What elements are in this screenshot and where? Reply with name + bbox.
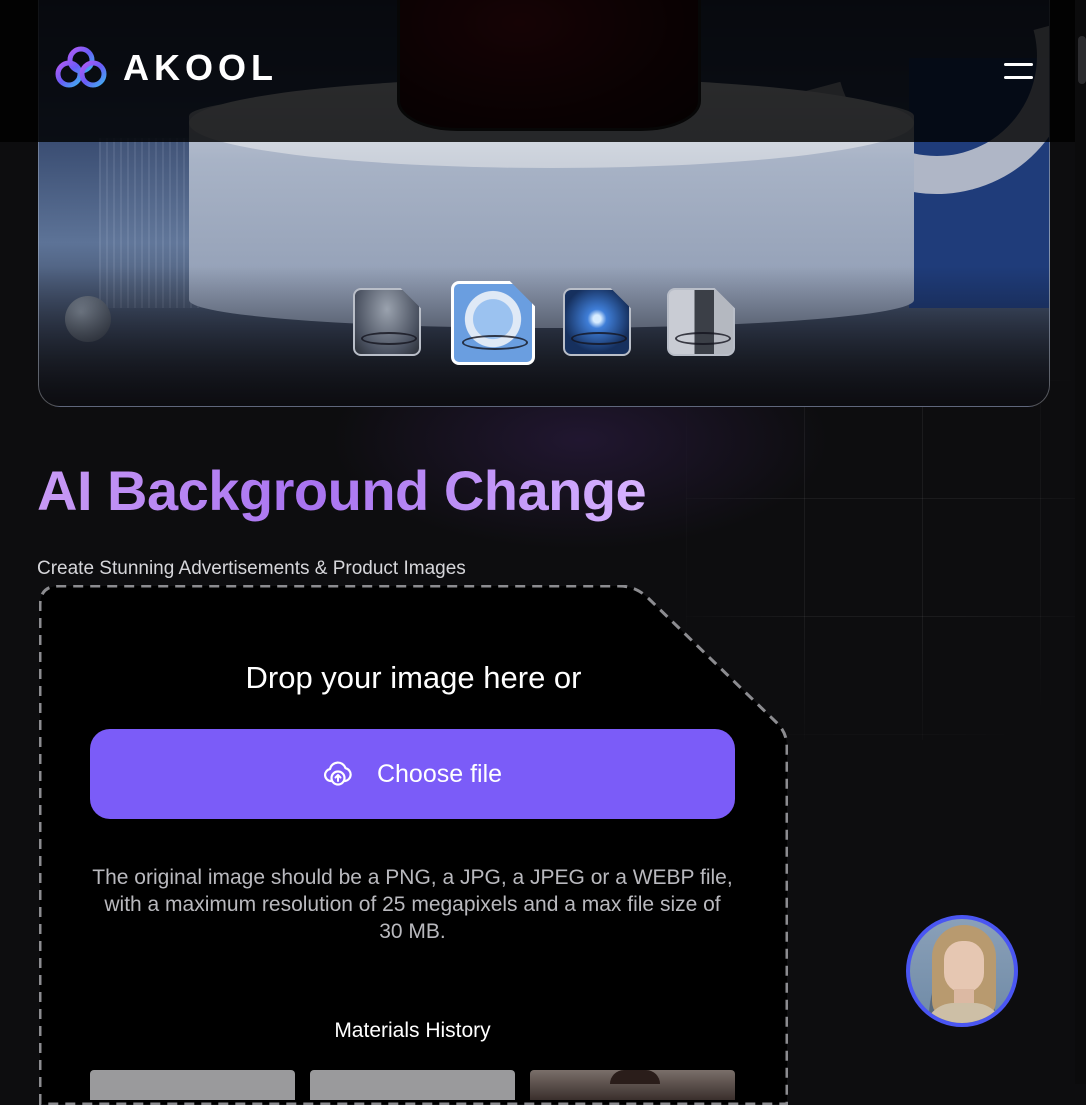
background-option-2[interactable]: [451, 281, 535, 365]
drop-instruction: Drop your image here or: [245, 660, 582, 695]
logo-text: AKOOL: [123, 46, 278, 88]
page-subtitle: Create Stunning Advertisements & Product…: [37, 558, 466, 579]
background-option-1[interactable]: [353, 288, 421, 356]
choose-file-label: Choose file: [376, 759, 503, 788]
history-thumbnail[interactable]: [530, 1070, 735, 1100]
materials-history-title: Materials History: [334, 1019, 491, 1042]
assistant-avatar-button[interactable]: [906, 915, 1018, 1027]
choose-file-button[interactable]: Choose file: [90, 729, 735, 819]
hamburger-icon[interactable]: [1004, 62, 1034, 82]
scrollbar[interactable]: [1075, 0, 1086, 1084]
logo[interactable]: AKOOL: [55, 45, 278, 90]
page-title: AI Background Change: [37, 459, 647, 522]
upload-cloud-icon: [323, 761, 352, 786]
history-thumbnail[interactable]: [310, 1070, 515, 1100]
akool-logo-icon: [55, 46, 107, 87]
background-option-4[interactable]: [667, 288, 735, 356]
background-option-3[interactable]: [563, 288, 631, 356]
history-thumbnail[interactable]: [90, 1070, 295, 1100]
background-thumbnails: [39, 281, 1049, 368]
file-requirements-hint: The original image should be a PNG, a JP…: [92, 866, 733, 943]
top-header: AKOOL: [0, 0, 1075, 142]
